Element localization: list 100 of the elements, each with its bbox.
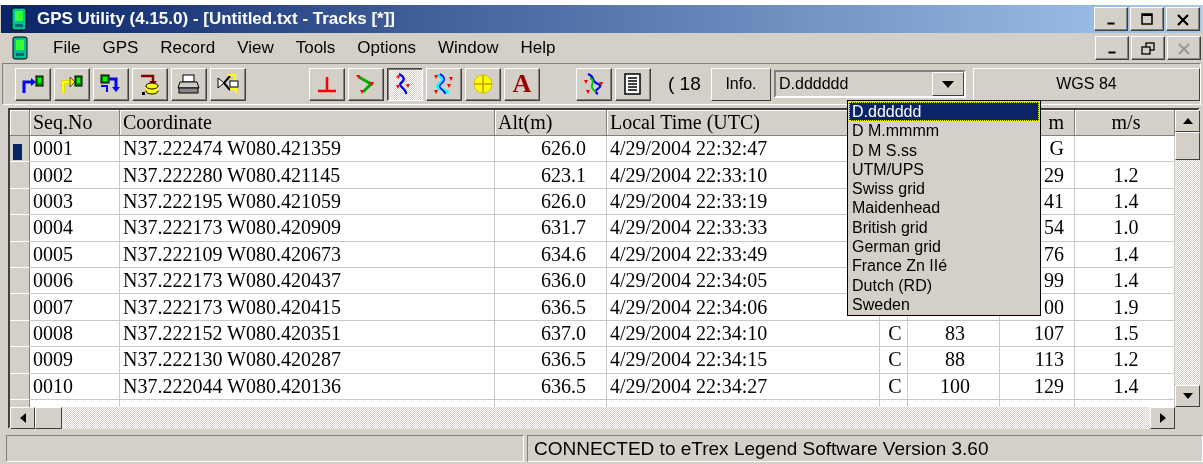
- scroll-right-button[interactable]: [1150, 407, 1175, 429]
- arrows-icon: [216, 72, 240, 96]
- table-cell: 4/29/2004 22:33:10: [610, 163, 768, 187]
- table-cell: 626.0: [541, 137, 586, 161]
- menu-item[interactable]: Options: [346, 35, 427, 61]
- table-cell: C: [888, 374, 902, 398]
- scroll-up-button[interactable]: [1175, 110, 1200, 132]
- table-cell: 1.5: [1113, 321, 1139, 345]
- dropdown-option[interactable]: D M.mmmm: [849, 121, 1039, 141]
- maximize-button[interactable]: [1130, 7, 1164, 31]
- right-arrow-icon: [1159, 413, 1166, 423]
- column-header[interactable]: m/s: [1111, 111, 1141, 134]
- dropdown-option[interactable]: Maidenhead: [849, 198, 1039, 218]
- menu-item[interactable]: Window: [426, 35, 510, 61]
- table-cell: 0001: [33, 137, 73, 161]
- left-arrow-icon: [19, 413, 26, 423]
- minimize-button[interactable]: [1094, 7, 1128, 31]
- dropdown-arrow-icon: [942, 80, 954, 88]
- table-cell: 634.6: [541, 242, 586, 266]
- table-cell: 4/29/2004 22:32:47: [610, 137, 768, 161]
- horizontal-scrollbar[interactable]: [10, 407, 1175, 429]
- close-icon: [1175, 11, 1191, 27]
- table-cell: 76: [1044, 242, 1064, 266]
- dropdown-option[interactable]: Sweden: [849, 294, 1039, 315]
- table-cell: N37.222044 W080.420136: [123, 374, 341, 398]
- table-cell: G: [1049, 137, 1064, 161]
- table-cell: N37.222474 W080.421359: [123, 137, 341, 161]
- up-arrow-icon: [1182, 118, 1193, 124]
- table-cell: 0008: [33, 321, 73, 345]
- table-cell: 100: [940, 374, 970, 398]
- table-cell: 83: [945, 321, 965, 345]
- scroll-left-button[interactable]: [10, 407, 35, 429]
- menu-item[interactable]: GPS: [91, 35, 150, 61]
- column-header[interactable]: Seq.No: [33, 111, 93, 134]
- table-cell: 0010: [33, 374, 73, 398]
- close-button[interactable]: [1166, 7, 1200, 31]
- datum-button[interactable]: WGS 84: [973, 67, 1200, 101]
- dropdown-option[interactable]: France Zn IIé: [849, 256, 1039, 276]
- dropdown-option[interactable]: German grid: [849, 237, 1039, 257]
- restore-button[interactable]: [1131, 36, 1165, 60]
- dropdown-option[interactable]: D M S.ss: [849, 140, 1039, 160]
- device-arrow-icon: [60, 72, 84, 96]
- format-dropdown[interactable]: D.dddddd: [774, 70, 966, 98]
- table-cell: 4/29/2004 22:34:06: [610, 295, 768, 319]
- close-button[interactable]: [1167, 36, 1201, 60]
- table-cell: 129: [1034, 374, 1064, 398]
- table-cell: 4/29/2004 22:34:05: [610, 269, 768, 293]
- minimize-icon: [1107, 22, 1115, 25]
- dropdown-option[interactable]: D.dddddd: [849, 102, 1039, 122]
- table-cell: 00: [1044, 295, 1064, 319]
- table-cell: 1.4: [1113, 242, 1139, 266]
- table-cell: 637.0: [541, 321, 586, 345]
- menu-item[interactable]: File: [42, 35, 92, 61]
- dropdown-option[interactable]: UTM/UPS: [849, 159, 1039, 180]
- printer-icon: [177, 72, 201, 96]
- table-cell: 636.5: [541, 295, 586, 319]
- table-cell: N37.222280 W080.421145: [123, 163, 341, 187]
- table-cell: C: [888, 348, 902, 372]
- menu-item[interactable]: Help: [509, 35, 567, 61]
- column-header[interactable]: Coordinate: [123, 111, 212, 134]
- info-button[interactable]: Info.: [711, 67, 771, 101]
- table-cell: 0004: [33, 216, 73, 240]
- table-cell: 99: [1044, 269, 1064, 293]
- device-arrow-icon: [21, 72, 45, 96]
- table-cell: 1.4: [1113, 269, 1139, 293]
- scroll-thumb[interactable]: [35, 407, 62, 429]
- column-header[interactable]: m: [1048, 111, 1064, 134]
- dropdown-option[interactable]: British grid: [849, 217, 1039, 238]
- column-header[interactable]: Alt(m): [498, 111, 553, 134]
- table-cell: 29: [1044, 163, 1064, 187]
- table-cell: 4/29/2004 22:33:49: [610, 242, 768, 266]
- table-cell: 636.5: [541, 348, 586, 372]
- dropdown-option[interactable]: Dutch (RD): [849, 275, 1039, 295]
- menu-item[interactable]: Record: [149, 35, 227, 61]
- minimize-button[interactable]: [1095, 36, 1129, 60]
- table-cell: N37.222173 W080.420437: [123, 269, 341, 293]
- table-cell: 4/29/2004 22:34:10: [610, 321, 768, 345]
- minimize-icon: [1108, 51, 1116, 54]
- table-cell: 0009: [33, 348, 73, 372]
- column-header[interactable]: Local Time (UTC): [610, 111, 760, 134]
- table-cell: 0005: [33, 242, 73, 266]
- scroll-down-button[interactable]: [1175, 385, 1200, 407]
- row-header[interactable]: [10, 136, 30, 163]
- track-count: ( 18: [668, 73, 702, 95]
- table-cell: 0003: [33, 189, 73, 213]
- vertical-scrollbar[interactable]: [1175, 110, 1200, 407]
- restore-icon: [1140, 40, 1156, 56]
- menu-item[interactable]: View: [226, 35, 285, 61]
- scroll-thumb[interactable]: [1175, 132, 1200, 160]
- table-cell: 0006: [33, 269, 73, 293]
- window-title: GPS Utility (4.15.0) - [Untitled.txt - Tracks [*]]: [37, 9, 396, 29]
- dropdown-option[interactable]: Swiss grid: [849, 179, 1039, 199]
- table-cell: 631.7: [541, 216, 586, 240]
- toolbar-button[interactable]: A: [504, 67, 540, 101]
- table-cell: 107: [1034, 321, 1064, 345]
- menu-item[interactable]: Tools: [284, 35, 347, 61]
- table-cell: 4/29/2004 22:34:15: [610, 348, 768, 372]
- tracks-icon: [432, 72, 456, 96]
- toolbar-button[interactable]: [387, 67, 423, 101]
- table-cell: 0007: [33, 295, 73, 319]
